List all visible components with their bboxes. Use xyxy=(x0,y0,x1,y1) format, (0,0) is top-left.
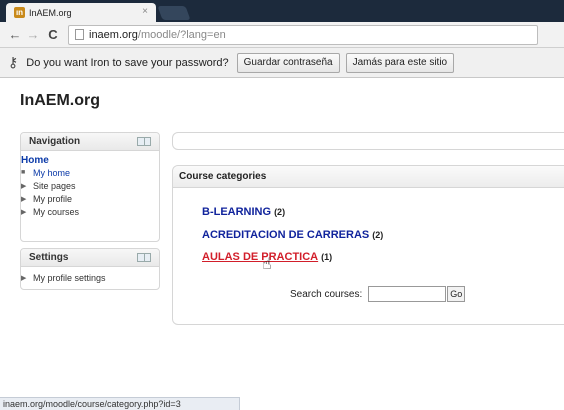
category-name[interactable]: ACREDITACION DE CARRERAS xyxy=(202,229,369,241)
expand-arrow-icon: ▶ xyxy=(21,182,27,190)
category-count: (2) xyxy=(372,230,384,240)
settings-title: Settings xyxy=(29,252,69,263)
expand-arrow-icon: ▶ xyxy=(21,208,27,216)
save-password-button[interactable]: Guardar contraseña xyxy=(236,52,340,73)
page-icon xyxy=(75,29,84,40)
category-link-b-learning[interactable]: B-LEARNING (2) xyxy=(202,206,285,218)
search-input[interactable] xyxy=(368,286,447,302)
category-count: (1) xyxy=(321,252,333,262)
navigation-body: Home ■ My home ▶ Site pages ▶ My profile… xyxy=(21,151,159,218)
infobar-text: Do you want Iron to save your password? xyxy=(26,56,229,69)
navigation-title: Navigation xyxy=(29,136,81,147)
password-infobar: ⚷ Do you want Iron to save your password… xyxy=(0,48,564,78)
url-path: /moodle/?lang=en xyxy=(137,28,226,41)
category-name[interactable]: B-LEARNING xyxy=(202,206,271,218)
browser-tab[interactable]: ın InAEM.org × xyxy=(6,3,156,22)
nav-item-label: My home xyxy=(33,167,71,178)
category-count: (2) xyxy=(274,207,286,217)
dock-icon[interactable] xyxy=(137,253,151,262)
browser-titlebar: ın InAEM.org × xyxy=(0,0,564,22)
nav-item-my-profile[interactable]: ▶ My profile xyxy=(21,192,159,205)
expand-arrow-icon: ▶ xyxy=(21,195,27,203)
status-bar: inaem.org/moodle/course/category.php?id=… xyxy=(0,397,240,410)
square-bullet-icon: ■ xyxy=(21,169,26,176)
close-icon[interactable]: × xyxy=(142,6,148,17)
hand-cursor-icon: ☝ xyxy=(262,256,272,273)
settings-item-my-profile-settings[interactable]: ▶ My profile settings xyxy=(21,271,159,284)
favicon-icon: ın xyxy=(14,7,25,18)
nav-item-site-pages[interactable]: ▶ Site pages xyxy=(21,179,159,192)
navigation-block: Navigation Home ■ My home ▶ Site pages ▶… xyxy=(20,132,160,242)
never-save-button[interactable]: Jamás para este sitio xyxy=(345,52,455,73)
settings-header: Settings xyxy=(21,249,159,267)
reload-icon[interactable]: C xyxy=(44,27,62,42)
address-bar[interactable]: inaem.org /moodle/?lang=en xyxy=(68,24,538,45)
settings-block: Settings ▶ My profile settings xyxy=(20,248,160,290)
back-icon[interactable]: ← xyxy=(6,27,24,42)
browser-toolbar: ← → C inaem.org /moodle/?lang=en xyxy=(0,22,564,48)
nav-item-my-home[interactable]: ■ My home xyxy=(21,166,159,179)
expand-arrow-icon: ▶ xyxy=(21,274,27,282)
key-icon: ⚷ xyxy=(8,54,19,70)
new-tab-button[interactable] xyxy=(157,6,191,20)
tab-title: InAEM.org xyxy=(29,7,72,18)
category-name[interactable]: AULAS DE PRACTICA xyxy=(202,251,318,263)
forward-icon[interactable]: → xyxy=(24,27,42,42)
category-link-acreditacion[interactable]: ACREDITACION DE CARRERAS (2) xyxy=(202,229,383,241)
navigation-header: Navigation xyxy=(21,133,159,151)
course-categories-title: Course categories xyxy=(173,166,564,188)
search-courses-form: Search courses: Go xyxy=(290,286,466,302)
dock-icon[interactable] xyxy=(137,137,151,146)
url-host: inaem.org xyxy=(89,28,138,41)
search-label: Search courses: xyxy=(290,288,363,300)
nav-item-label: My courses xyxy=(33,206,80,217)
main-top-box xyxy=(172,132,564,150)
nav-item-label: Site pages xyxy=(33,180,76,191)
settings-item-label: My profile settings xyxy=(33,272,106,283)
go-button[interactable]: Go xyxy=(447,286,466,302)
nav-item-my-courses[interactable]: ▶ My courses xyxy=(21,205,159,218)
site-title[interactable]: InAEM.org xyxy=(20,92,100,110)
nav-home-link[interactable]: Home xyxy=(21,151,159,166)
nav-item-label: My profile xyxy=(33,193,73,204)
